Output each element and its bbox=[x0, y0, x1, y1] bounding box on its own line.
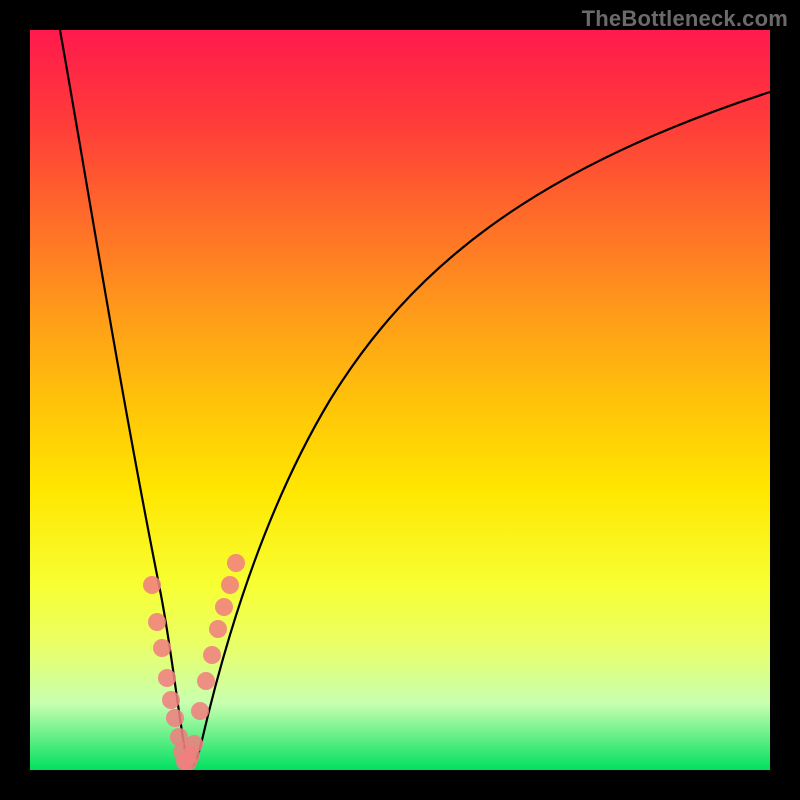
marker-dot bbox=[221, 576, 239, 594]
marker-dot bbox=[227, 554, 245, 572]
chart-svg bbox=[30, 30, 770, 770]
marker-dot bbox=[158, 669, 176, 687]
marker-dot bbox=[166, 709, 184, 727]
chart-frame: TheBottleneck.com bbox=[0, 0, 800, 800]
watermark-text: TheBottleneck.com bbox=[582, 6, 788, 32]
plot-area bbox=[30, 30, 770, 770]
marker-dot bbox=[143, 576, 161, 594]
marker-dot bbox=[153, 639, 171, 657]
marker-dot bbox=[197, 672, 215, 690]
marker-dot bbox=[209, 620, 227, 638]
bottleneck-curve-path bbox=[60, 30, 770, 767]
marker-dot bbox=[162, 691, 180, 709]
marker-dot bbox=[185, 735, 203, 753]
marker-dot bbox=[215, 598, 233, 616]
marker-dot bbox=[148, 613, 166, 631]
marker-dot bbox=[203, 646, 221, 664]
marker-dot bbox=[191, 702, 209, 720]
highlighted-points-group bbox=[143, 554, 245, 770]
